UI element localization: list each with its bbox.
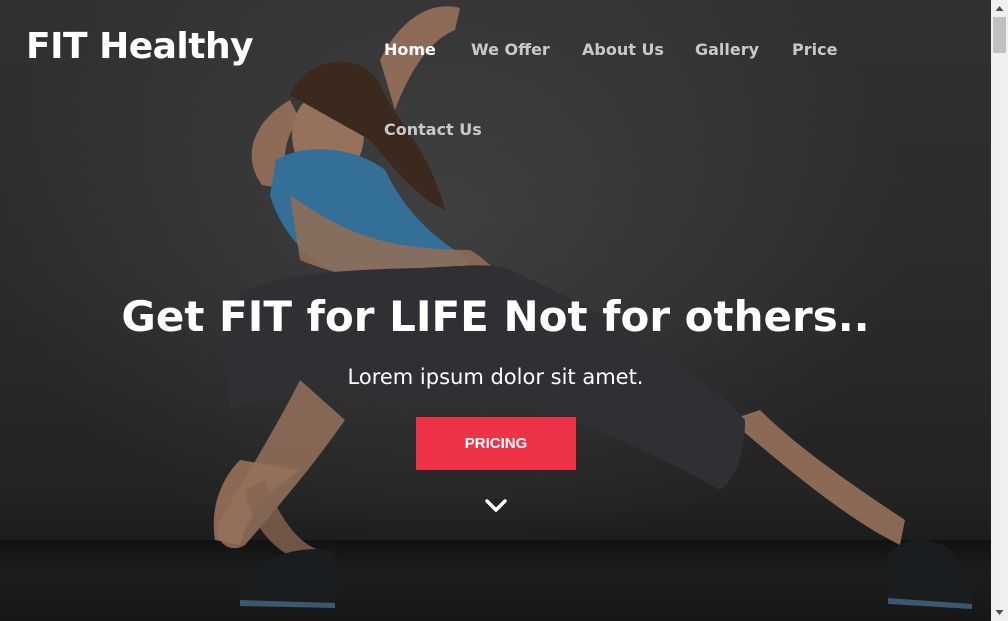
site-logo[interactable]: FIT Healthy [26,26,254,67]
hero-subtitle: Lorem ipsum dolor sit amet. [347,365,644,389]
pricing-button[interactable]: PRICING [416,417,576,470]
scrollbar-thumb[interactable] [993,17,1006,53]
hero-headline: Get FIT for LIFE Not for others.. [121,292,870,341]
vertical-scrollbar[interactable] [991,0,1008,621]
nav-item-we-offer[interactable]: We Offer [471,40,550,59]
nav-item-price[interactable]: Price [792,40,837,59]
nav-item-gallery[interactable]: Gallery [695,40,759,59]
page: FIT Healthy Home We Offer About Us Galle… [0,0,991,621]
chevron-down-icon[interactable] [484,497,508,515]
nav-item-contact-us[interactable]: Contact Us [384,120,482,139]
nav-item-about-us[interactable]: About Us [582,40,664,59]
scroll-up-arrow-icon[interactable] [991,0,1008,17]
nav-item-home[interactable]: Home [384,40,436,59]
scroll-down-arrow-icon[interactable] [991,604,1008,621]
